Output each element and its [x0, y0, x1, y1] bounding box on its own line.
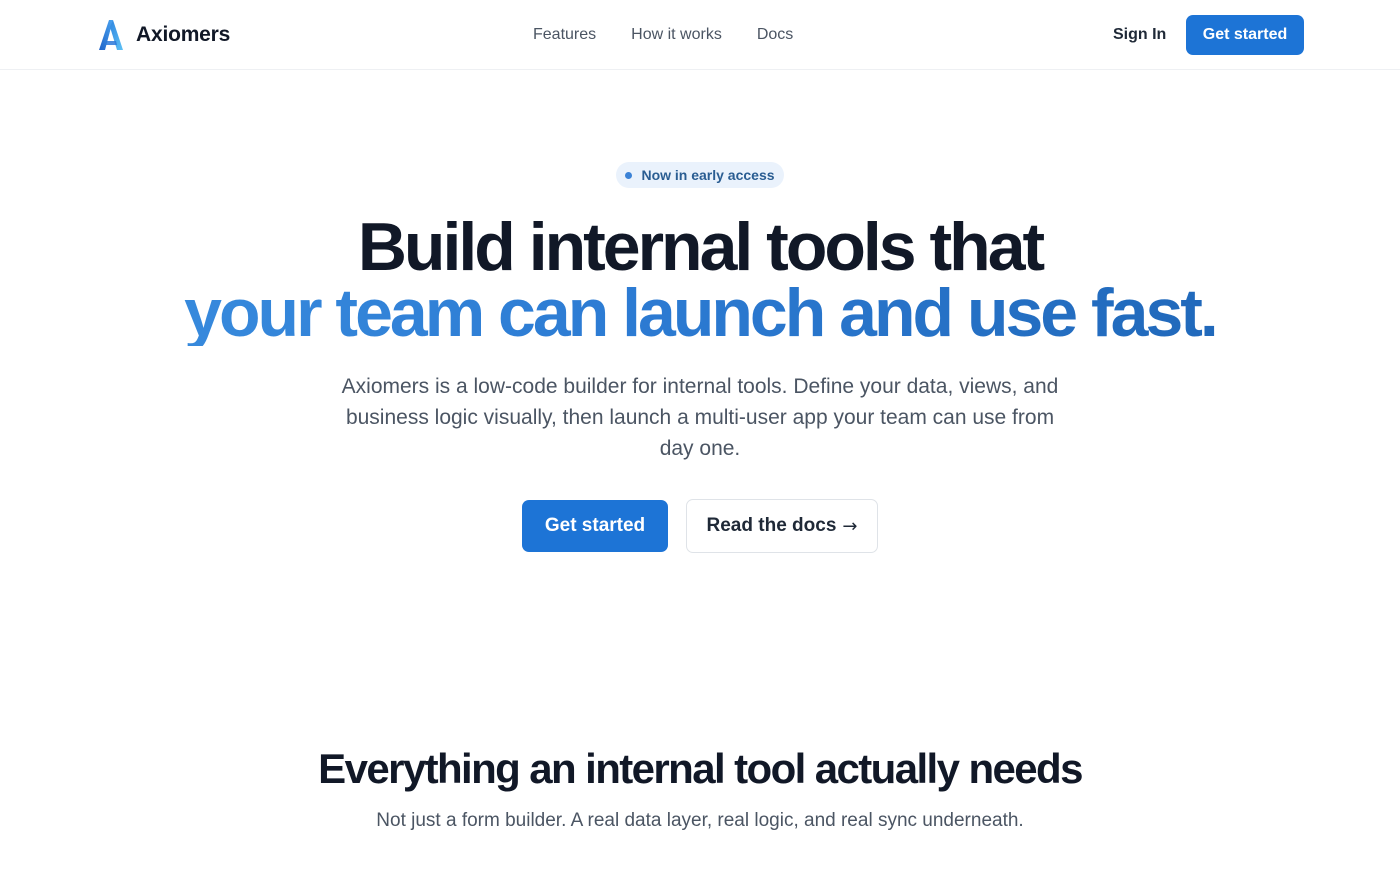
- features-subtitle: Not just a form builder. A real data lay…: [376, 810, 1024, 831]
- status-dot-icon: [625, 171, 633, 179]
- read-the-docs-label: Read the docs: [706, 515, 837, 536]
- hero-subtitle: Axiomers is a low-code builder for inter…: [341, 375, 1059, 460]
- brand-link[interactable]: Axiomers: [98, 18, 230, 52]
- arrow-right-icon: →: [842, 515, 858, 537]
- badge-text: Now in early access: [641, 167, 775, 183]
- sign-in-link[interactable]: Sign In: [1113, 24, 1166, 46]
- hero-title: Build internal tools that your team can …: [0, 209, 1400, 347]
- features-title: Everything an internal tool actually nee…: [318, 745, 1083, 792]
- nav-link-how-it-works[interactable]: How it works: [631, 24, 722, 46]
- axiomers-a-logo-icon: [99, 20, 123, 50]
- site-header: Axiomers Features How it works Docs Sign…: [0, 0, 1400, 70]
- nav-link-features[interactable]: Features: [533, 24, 596, 46]
- main-nav: Features How it works Docs: [533, 24, 793, 46]
- nav-link-docs[interactable]: Docs: [757, 24, 793, 46]
- hero-title-line-2: your team can launch and use fast.: [0, 279, 1400, 347]
- header-get-started-button[interactable]: Get started: [1186, 15, 1304, 55]
- hero-title-line-1: Build internal tools that: [357, 209, 1045, 285]
- early-access-badge: Now in early access: [616, 162, 784, 188]
- brand-name: Axiomers: [136, 23, 231, 46]
- read-the-docs-button[interactable]: Read the docs →: [686, 499, 878, 553]
- hero-get-started-button[interactable]: Get started: [522, 500, 668, 552]
